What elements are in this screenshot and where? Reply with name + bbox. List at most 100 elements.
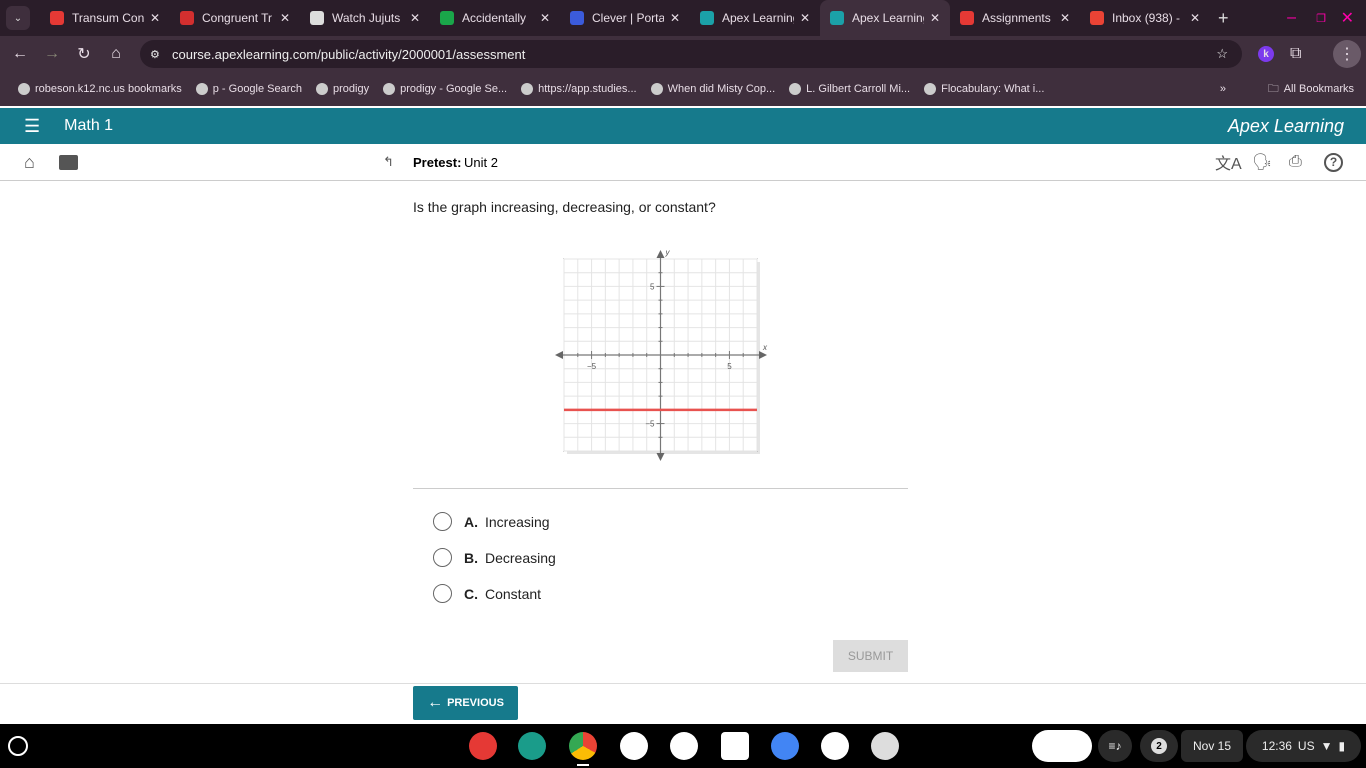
bookmark-item[interactable]: When did Misty Cop... (650, 83, 775, 95)
up-arrow-icon[interactable]: ↰ (383, 154, 394, 170)
new-tab-button[interactable]: + (1218, 8, 1229, 29)
tab-favicon-icon (50, 11, 64, 25)
bookmark-icon (316, 83, 329, 95)
url-text: course.apexlearning.com/public/activity/… (172, 46, 526, 62)
browser-tab[interactable]: Clever | Porta ✕ (560, 0, 690, 36)
choice-c[interactable]: C. Constant (433, 584, 541, 603)
nc-test-icon[interactable] (721, 732, 749, 760)
tab-close-icon[interactable]: ✕ (1060, 11, 1070, 25)
tab-favicon-icon (830, 11, 844, 25)
tab-favicon-icon (570, 11, 584, 25)
bookmark-icon (18, 83, 30, 95)
help-icon[interactable]: ? (1324, 152, 1343, 172)
submit-button[interactable]: SUBMIT (833, 640, 908, 672)
restore-button[interactable]: ❐ (1316, 12, 1326, 25)
browser-tab[interactable]: Accidentally ✕ (430, 0, 560, 36)
minimize-button[interactable]: – (1287, 9, 1296, 27)
bookmark-item[interactable]: https://app.studies... (521, 83, 637, 95)
radio-c[interactable] (433, 584, 452, 603)
browser-tab[interactable]: Assignments ✕ (950, 0, 1080, 36)
tab-close-icon[interactable]: ✕ (280, 11, 290, 25)
terminal-icon[interactable] (871, 732, 899, 760)
tab-close-icon[interactable]: ✕ (1190, 11, 1200, 25)
launcher-icon[interactable] (8, 736, 28, 756)
y-axis-label: y (665, 248, 671, 257)
back-icon[interactable]: ← (4, 45, 36, 63)
more-bookmarks-button[interactable]: » (1220, 83, 1226, 95)
play-store-icon[interactable] (821, 732, 849, 760)
browser-tab[interactable]: Inbox (938) - ✕ (1080, 0, 1210, 36)
tab-close-icon[interactable]: ✕ (800, 11, 810, 25)
close-window-button[interactable]: ✕ (1341, 8, 1354, 28)
tab-favicon-icon (700, 11, 714, 25)
browser-toolbar: ← → ↻ ⌂ ⚙ course.apexlearning.com/public… (0, 36, 1366, 72)
tab-close-icon[interactable]: ✕ (410, 11, 420, 25)
bookmark-item[interactable]: Flocabulary: What i... (924, 83, 1044, 95)
tab-close-icon[interactable]: ✕ (150, 11, 160, 25)
tab-title: Apex Learning (852, 11, 924, 25)
media-controls-icon[interactable]: ≡♪ (1098, 730, 1132, 762)
notifications-button[interactable]: 2 (1140, 730, 1178, 762)
bookmark-item[interactable]: robeson.k12.nc.us bookmarks (18, 83, 182, 95)
profile-avatar[interactable]: k (1258, 46, 1274, 62)
bookmark-label: Flocabulary: What i... (941, 83, 1045, 95)
browser-tab[interactable]: Transum Con ✕ (40, 0, 170, 36)
bookmark-item[interactable]: p - Google Search (195, 83, 302, 95)
notification-count: 2 (1151, 738, 1167, 754)
tab-title: Clever | Porta (592, 11, 664, 25)
x-tick-label: 5 (727, 362, 732, 371)
tab-close-icon[interactable]: ✕ (670, 11, 680, 25)
bookmark-item[interactable]: prodigy (316, 83, 369, 95)
translate-icon[interactable]: 文A (1215, 150, 1242, 174)
menu-list-icon[interactable]: ☰ (24, 116, 40, 137)
choice-a[interactable]: A. Increasing (433, 512, 550, 531)
footer-divider (0, 683, 1366, 684)
x-axis-arrow-left (555, 351, 563, 359)
site-info-icon[interactable]: ⚙ (150, 48, 160, 61)
bookmark-item[interactable]: L. Gilbert Carroll Mi... (789, 83, 910, 95)
address-bar[interactable]: ⚙ course.apexlearning.com/public/activit… (140, 40, 1242, 68)
forward-icon[interactable]: → (36, 45, 68, 63)
all-bookmarks-label: All Bookmarks (1283, 83, 1354, 95)
locale: US (1297, 739, 1315, 753)
previous-button[interactable]: ← PREVIOUS (413, 686, 518, 720)
extensions-icon[interactable]: ⧉ (1290, 45, 1301, 63)
tab-close-icon[interactable]: ✕ (930, 11, 940, 25)
browser-tab[interactable]: Watch Jujuts ✕ (300, 0, 430, 36)
google-classroom-icon[interactable] (670, 732, 698, 760)
browser-tab[interactable]: Apex Learning ✕ (820, 0, 950, 36)
home-icon[interactable]: ⌂ (100, 45, 132, 63)
browser-tab[interactable]: Apex Learning ✕ (690, 0, 820, 36)
date-button[interactable]: Nov 15 (1181, 730, 1243, 762)
status-tray[interactable]: 12:36 US ▼ ▮ (1246, 730, 1361, 762)
browser-tab[interactable]: Congruent Tr ✕ (170, 0, 300, 36)
choice-b[interactable]: B. Decreasing (433, 548, 556, 567)
tab-title: Congruent Tr (202, 11, 273, 25)
briefcase-icon[interactable] (59, 154, 78, 170)
tab-title: Transum Con (72, 11, 144, 25)
bookmark-star-icon[interactable]: ☆ (1216, 46, 1228, 62)
bookmark-item[interactable]: prodigy - Google Se... (383, 83, 507, 95)
app-icon[interactable] (620, 732, 648, 760)
print-icon[interactable]: ⎙ (1289, 153, 1302, 171)
activity-header: ⌂ ↰ Pretest: Unit 2 文A 🗣 ⎙ ? (0, 144, 1366, 181)
tab-search-button[interactable]: ⌄ (6, 6, 30, 30)
canvas-app-icon[interactable] (469, 732, 497, 760)
classroom-app-icon[interactable] (518, 732, 546, 760)
radio-a[interactable] (433, 512, 452, 531)
tote-preview[interactable] (1032, 730, 1092, 762)
choice-text: Constant (485, 585, 542, 602)
menu-icon[interactable]: ⋮ (1333, 40, 1361, 68)
tab-close-icon[interactable]: ✕ (540, 11, 550, 25)
docs-icon[interactable] (771, 732, 799, 760)
folder-icon: 🗀 (1267, 82, 1279, 95)
reload-icon[interactable]: ↻ (68, 44, 100, 64)
bookmark-label: L. Gilbert Carroll Mi... (806, 83, 911, 95)
home-icon[interactable]: ⌂ (24, 152, 35, 173)
chrome-icon[interactable] (569, 732, 597, 760)
read-aloud-icon[interactable]: 🗣 (1252, 152, 1272, 172)
radio-b[interactable] (433, 548, 452, 567)
coordinate-graph: −5 5 5 −5 x y (555, 248, 768, 461)
all-bookmarks-button[interactable]: 🗀 All Bookmarks (1268, 80, 1354, 99)
bookmark-icon (924, 83, 937, 95)
